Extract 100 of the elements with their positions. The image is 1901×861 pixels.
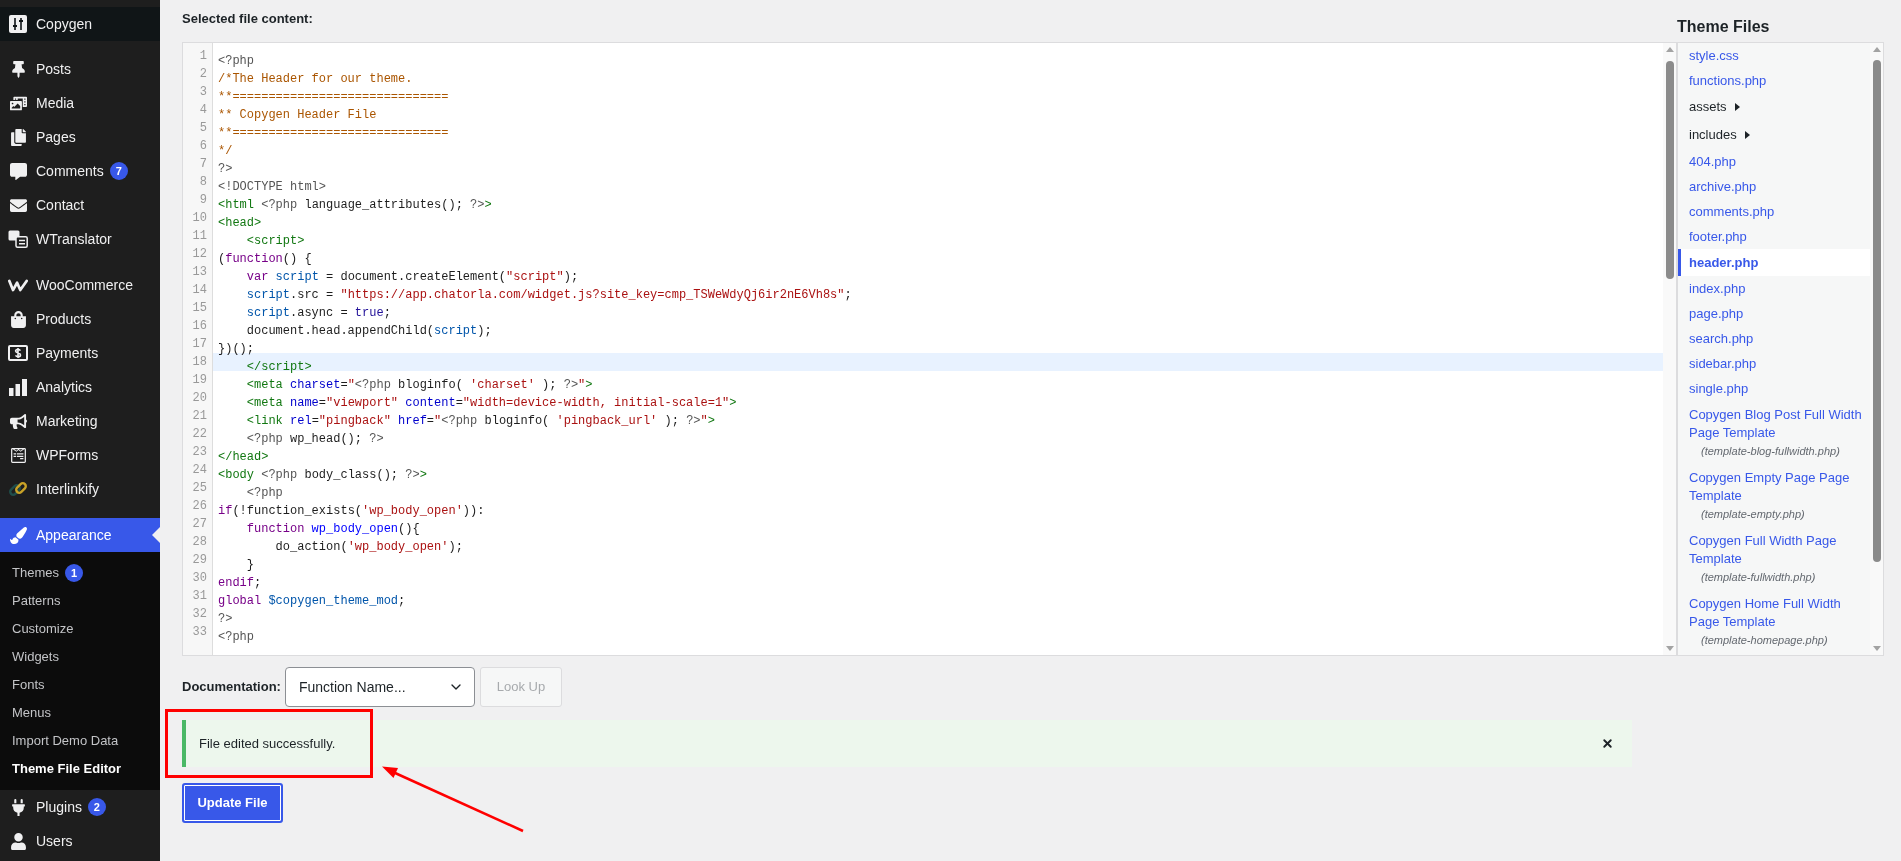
code-line: (function() { — [218, 252, 312, 266]
file-link[interactable]: comments.php — [1689, 201, 1775, 222]
update-file-button[interactable]: Update File — [182, 783, 283, 823]
code-line: ?> — [218, 612, 233, 626]
folder-toggle[interactable]: assets — [1689, 97, 1740, 117]
scrollbar-thumb[interactable] — [1872, 60, 1881, 562]
menu-item[interactable]: Comments 7 — [0, 154, 160, 188]
line-number: 32 — [192, 606, 207, 623]
line-number: 26 — [192, 498, 207, 515]
menu-item[interactable]: WooCommerce — [0, 268, 160, 302]
chain-link-icon — [8, 479, 28, 499]
submenu-item[interactable]: Customize — [0, 615, 160, 643]
code-line: /*The Header for our theme. — [218, 72, 413, 86]
update-count: 2 — [87, 798, 106, 816]
theme-files-heading: Theme Files — [1677, 18, 1770, 35]
line-number: 19 — [192, 372, 207, 389]
code-line: ** Copygen Header File — [218, 108, 377, 122]
file-link[interactable]: header.php — [1689, 252, 1759, 273]
form-icon — [9, 446, 27, 464]
menu-item[interactable]: Copygen — [0, 7, 160, 41]
code-line: <html <?php language_attributes(); ?>> — [218, 198, 492, 212]
close-icon[interactable] — [1601, 737, 1614, 750]
code-line: <?php — [218, 630, 254, 644]
template-link[interactable]: Copygen Home Full Width Page Template — [1689, 595, 1868, 631]
code-line: var script = document.createElement("script"); — [245, 270, 579, 284]
line-number: 25 — [192, 480, 207, 497]
scroll-up-arrow-icon[interactable] — [1665, 47, 1674, 52]
file-link[interactable]: page.php — [1689, 303, 1744, 324]
line-number: 8 — [199, 174, 207, 191]
menu-item[interactable]: Posts — [0, 52, 160, 86]
submenu-item[interactable]: Fonts — [0, 671, 160, 699]
menu-item[interactable]: WTranslator — [0, 222, 160, 256]
submenu-item[interactable]: Import Demo Data — [0, 727, 160, 755]
file-link[interactable]: footer.php — [1689, 226, 1747, 247]
submenu-item[interactable]: Theme File Editor — [0, 755, 160, 783]
file-link[interactable]: 404.php — [1689, 151, 1736, 172]
menu-item[interactable]: Contact — [0, 188, 160, 222]
template-filename: (template-empty.php) — [1700, 507, 1806, 522]
line-number: 14 — [192, 282, 207, 299]
submenu-item[interactable]: Widgets — [0, 643, 160, 671]
menu-item[interactable]: Analytics — [0, 370, 160, 404]
scroll-down-arrow-icon[interactable] — [1665, 646, 1674, 651]
code-line: endif; — [218, 576, 262, 590]
template-link[interactable]: Copygen Full Width Page Template — [1689, 532, 1868, 568]
file-link[interactable]: single.php — [1689, 378, 1749, 399]
function-name-select[interactable]: Function Name... — [284, 667, 475, 707]
file-link[interactable]: index.php — [1689, 278, 1746, 299]
paintbrush-icon — [9, 526, 27, 544]
code-line: ?> — [218, 162, 233, 176]
menu-item[interactable]: Pages — [0, 120, 160, 154]
menu-item[interactable]: Users — [0, 824, 160, 858]
menu-item[interactable]: Payments — [0, 336, 160, 370]
notice-message: File edited successfully. — [199, 734, 336, 753]
code-line: script.async = true; — [245, 306, 391, 320]
file-link[interactable]: search.php — [1689, 328, 1754, 349]
code-line: <meta charset="<?php bloginfo( 'charset' ); ?>"> — [245, 378, 593, 392]
scrollbar-thumb[interactable] — [1665, 61, 1674, 279]
submenu-item[interactable]: Menus — [0, 699, 160, 727]
documents-icon — [9, 128, 27, 146]
line-number: 21 — [192, 408, 207, 425]
line-number: 4 — [199, 102, 207, 119]
menu-item[interactable]: Products — [0, 302, 160, 336]
line-number: 31 — [192, 588, 207, 605]
code-line: */ — [218, 144, 233, 158]
menu-item[interactable]: Marketing — [0, 404, 160, 438]
line-number: 5 — [199, 120, 207, 137]
speech-bubble-icon — [9, 162, 27, 180]
menu-item[interactable]: Plugins 2 — [0, 790, 160, 824]
code-line: **============================== — [218, 126, 449, 140]
folder-toggle[interactable]: includes — [1689, 125, 1750, 145]
submenu-item[interactable]: Themes 1 — [0, 559, 160, 587]
user-icon — [9, 832, 27, 850]
menu-item[interactable]: Appearance — [0, 518, 160, 552]
line-number: 17 — [192, 336, 207, 353]
pin-icon — [9, 60, 27, 78]
line-number: 12 — [192, 246, 207, 263]
file-link[interactable]: style.css — [1689, 45, 1739, 66]
menu-item[interactable]: Interlinkify — [0, 472, 160, 506]
zigzag-logo-icon — [8, 278, 28, 292]
line-number: 28 — [192, 534, 207, 551]
menu-item[interactable]: Media — [0, 86, 160, 120]
code-line: function wp_body_open(){ — [245, 522, 420, 536]
code-line: document.head.appendChild(script); — [245, 324, 492, 338]
scrollbar[interactable] — [1663, 43, 1676, 655]
submenu-item[interactable]: Patterns — [0, 587, 160, 615]
file-link[interactable]: archive.php — [1689, 176, 1757, 197]
menu-item[interactable]: WPForms — [0, 438, 160, 472]
scroll-down-arrow-icon[interactable] — [1872, 646, 1881, 651]
line-number: 11 — [192, 228, 207, 245]
code-line: global $copygen_theme_mod; — [218, 594, 406, 608]
photo-icon — [9, 94, 27, 112]
line-number: 1 — [199, 48, 207, 65]
code-line: if(!function_exists('wp_body_open')): — [218, 504, 485, 518]
template-link[interactable]: Copygen Blog Post Full Width Page Template — [1689, 406, 1868, 442]
scroll-up-arrow-icon[interactable] — [1872, 47, 1881, 52]
template-link[interactable]: Copygen Empty Page Page Template — [1689, 469, 1868, 505]
file-link[interactable]: sidebar.php — [1689, 353, 1757, 374]
file-link[interactable]: functions.php — [1689, 70, 1767, 91]
bar-chart-icon — [9, 378, 27, 396]
code-line: </head> — [218, 450, 269, 464]
